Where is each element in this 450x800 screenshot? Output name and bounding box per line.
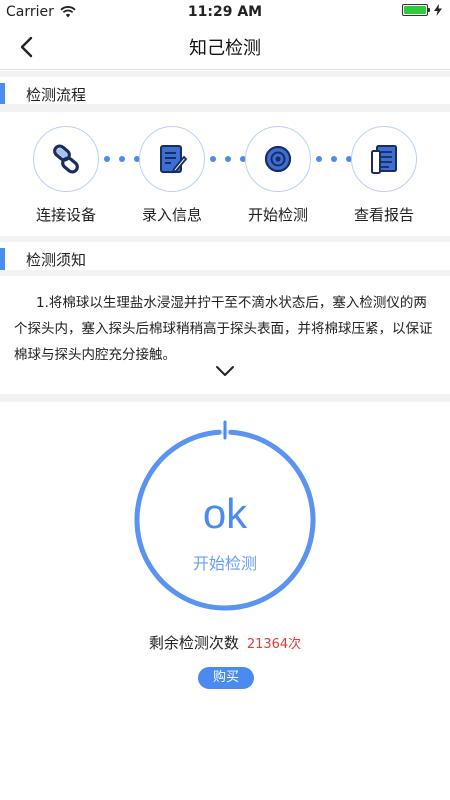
section-gap xyxy=(0,394,450,402)
remaining-label: 剩余检测次数 xyxy=(148,634,239,652)
notice-text: 1.将棉球以生理盐水浸湿并拧干至不滴水状态后，塞入检测仪的两个探头内，塞入探头后… xyxy=(14,295,433,363)
buy-button[interactable]: 购买 xyxy=(198,667,254,689)
report-icon xyxy=(371,145,397,174)
start-test-button[interactable]: 开始检测 xyxy=(125,550,325,574)
step-label: 录入信息 xyxy=(141,206,202,224)
step-connector xyxy=(316,156,352,162)
step-icon-circle xyxy=(33,126,99,192)
process-section-title: 检测流程 xyxy=(26,86,87,104)
step-label: 开始检测 xyxy=(247,206,308,224)
device-start-icon xyxy=(264,145,292,173)
section-accent-bar xyxy=(0,83,5,105)
page-title: 知己检测 xyxy=(189,38,261,59)
step-icon-circle xyxy=(139,126,205,192)
notice-panel: 1.将棉球以生理盐水浸湿并拧干至不滴水状态后，塞入检测仪的两个探头内，塞入探头后… xyxy=(0,276,450,394)
section-gap xyxy=(0,104,450,112)
charging-bolt-icon xyxy=(434,4,442,16)
step-view-report: 查看报告 xyxy=(348,126,420,225)
step-icon-circle xyxy=(351,126,417,192)
battery-icon xyxy=(402,4,430,16)
step-start-test: 开始检测 xyxy=(242,126,314,225)
test-area: ok 开始检测 剩余检测次数 21364次 购买 xyxy=(0,402,450,800)
step-connector xyxy=(104,156,140,162)
link-icon xyxy=(53,144,79,174)
section-accent-bar xyxy=(0,248,5,270)
step-connect-device: 连接设备 xyxy=(30,126,102,225)
step-icon-circle xyxy=(245,126,311,192)
step-connector xyxy=(210,156,246,162)
clock: 11:29 AM xyxy=(187,4,263,20)
step-label: 连接设备 xyxy=(35,206,96,224)
process-steps: 连接设备 录入信息 开始检测 查看报告 xyxy=(0,112,450,236)
status-bar: Carrier 11:29 AM xyxy=(0,0,450,24)
notice-section-title: 检测须知 xyxy=(26,251,87,269)
step-label: 查看报告 xyxy=(353,206,414,224)
edit-form-icon xyxy=(160,145,188,174)
remaining-tests: 剩余检测次数 21364次 xyxy=(0,632,450,653)
chevron-down-icon[interactable] xyxy=(214,364,236,378)
test-status-text: ok xyxy=(202,490,248,537)
remaining-count: 21364次 xyxy=(246,637,302,652)
navigation-bar: 知己检测 xyxy=(0,24,450,70)
status-right xyxy=(402,4,442,16)
step-enter-info: 录入信息 xyxy=(136,126,208,225)
